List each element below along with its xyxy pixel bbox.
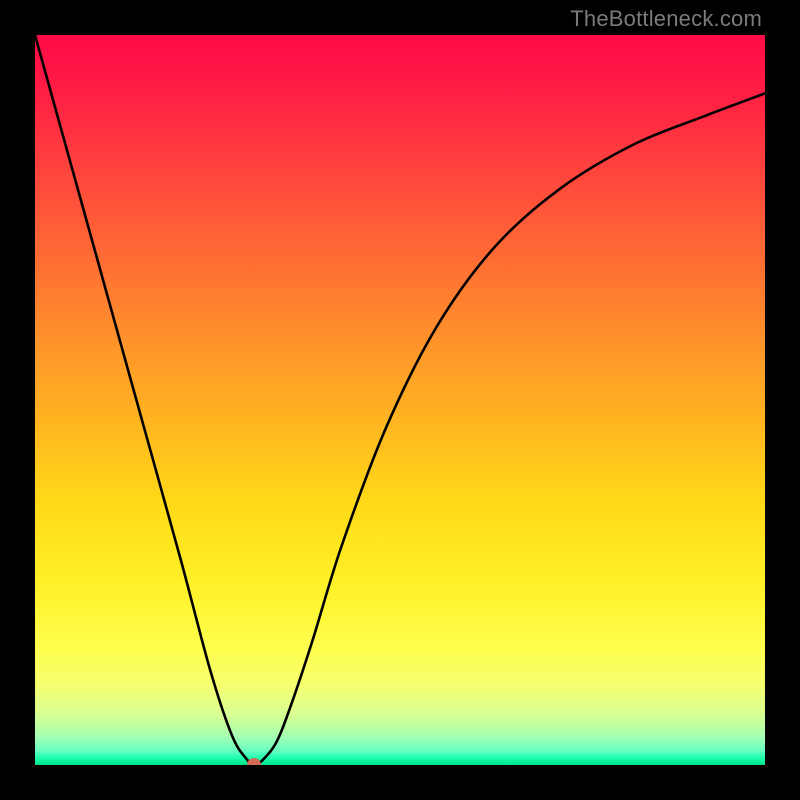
chart-frame: TheBottleneck.com: [0, 0, 800, 800]
watermark-text: TheBottleneck.com: [570, 6, 762, 32]
plot-area: [35, 35, 765, 765]
curve-layer: [35, 35, 765, 765]
minimum-marker: [247, 758, 261, 765]
bottleneck-curve: [35, 35, 765, 765]
